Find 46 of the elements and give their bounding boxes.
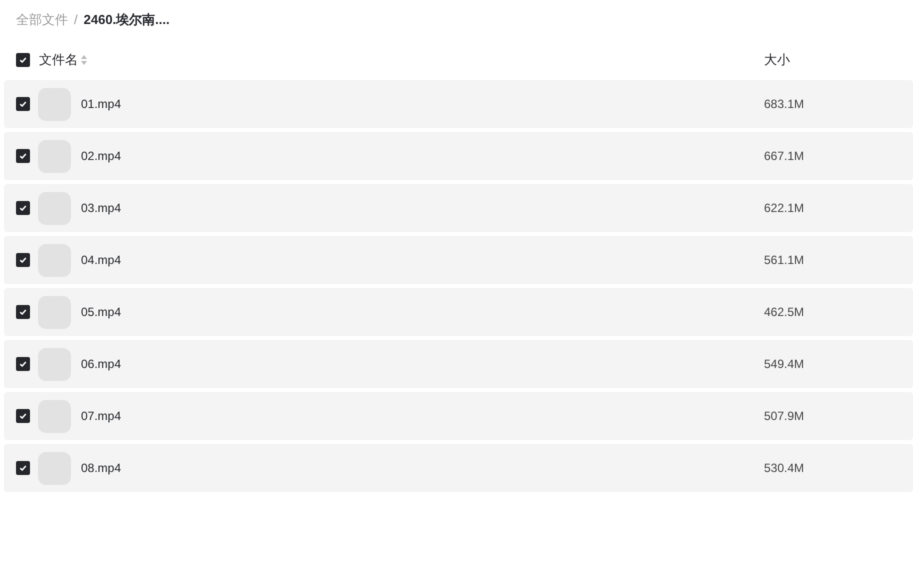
file-row[interactable]: 03.mp4 622.1M	[4, 184, 913, 232]
file-row[interactable]: 08.mp4 530.4M	[4, 444, 913, 492]
file-row[interactable]: 06.mp4 549.4M	[4, 340, 913, 388]
file-name: 03.mp4	[81, 200, 122, 217]
checkbox[interactable]	[16, 305, 30, 319]
checkmark-icon	[19, 360, 27, 368]
file-size: 507.9M	[764, 408, 806, 425]
checkbox[interactable]	[16, 461, 30, 475]
file-row[interactable]: 07.mp4 507.9M	[4, 392, 913, 440]
file-name: 04.mp4	[81, 252, 122, 269]
file-name: 07.mp4	[81, 408, 122, 425]
column-header: 大小	[764, 51, 791, 70]
checkbox[interactable]	[16, 409, 30, 423]
file-row[interactable]: 01.mp4 683.1M	[4, 80, 913, 128]
file-name: 08.mp4	[81, 460, 122, 477]
file-row[interactable]: 02.mp4 667.1M	[4, 132, 913, 180]
checkbox[interactable]	[16, 149, 30, 163]
checkmark-icon	[19, 100, 27, 108]
file-size: 622.1M	[764, 200, 806, 217]
breadcrumb-item[interactable]: 2460.埃尔南....	[84, 10, 170, 30]
checkbox[interactable]	[16, 253, 30, 267]
checkmark-icon	[19, 256, 27, 264]
file-row[interactable]: 04.mp4 561.1M	[4, 236, 913, 284]
file-name: 01.mp4	[81, 96, 122, 113]
file-size: 683.1M	[764, 96, 806, 113]
file-name: 02.mp4	[81, 148, 122, 165]
file-size: 530.4M	[764, 460, 806, 477]
checkmark-icon	[19, 152, 27, 160]
checkbox[interactable]	[16, 357, 30, 371]
checkbox[interactable]	[16, 53, 30, 67]
file-name: 05.mp4	[81, 304, 122, 321]
file-size: 561.1M	[764, 252, 806, 269]
checkbox[interactable]	[16, 201, 30, 215]
checkmark-icon	[19, 464, 27, 472]
column-header[interactable]: 文件名	[39, 50, 78, 70]
checkmark-icon	[19, 308, 27, 316]
file-row[interactable]: 05.mp4 462.5M	[4, 288, 913, 336]
checkmark-icon	[19, 412, 27, 420]
breadcrumb-separator: /	[74, 11, 78, 30]
file-size: 549.4M	[764, 356, 806, 373]
file-size: 462.5M	[764, 304, 806, 321]
checkmark-icon	[19, 56, 27, 64]
file-name: 06.mp4	[81, 356, 122, 373]
checkbox[interactable]	[16, 97, 30, 111]
file-size: 667.1M	[764, 148, 806, 165]
checkmark-icon	[19, 204, 27, 212]
